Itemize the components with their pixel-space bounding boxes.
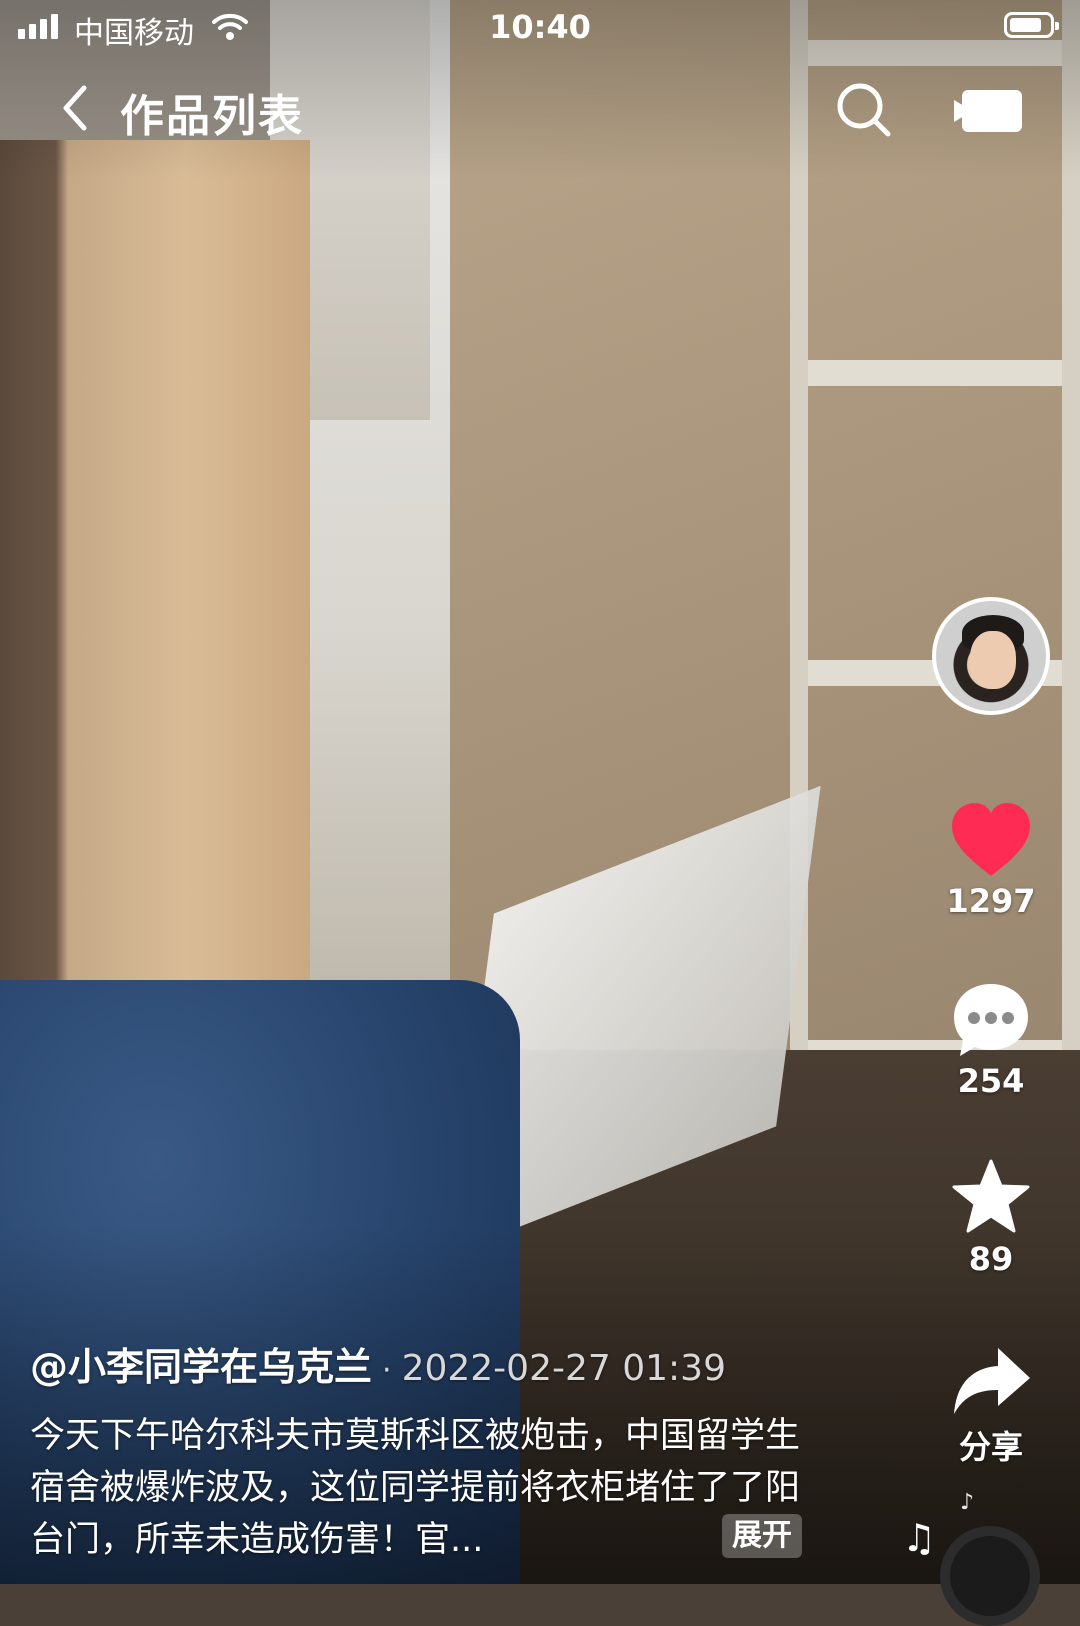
scene-wardrobe	[0, 140, 310, 1020]
star-icon	[952, 1159, 1030, 1233]
page-title: 作品列表	[120, 91, 304, 142]
music-disc[interactable]	[940, 1526, 1040, 1626]
share-label: 分享	[958, 1428, 1023, 1466]
comment-count: 254	[957, 1062, 1025, 1100]
clock: 10:40	[489, 8, 591, 46]
author-avatar[interactable]	[932, 597, 1050, 715]
heart-icon	[952, 803, 1030, 876]
share-arrow-icon	[954, 1348, 1030, 1414]
camera-icon[interactable]	[954, 86, 1026, 136]
battery-icon	[1004, 12, 1059, 38]
author-name[interactable]: @小李同学在乌克兰	[30, 1345, 372, 1389]
like-count: 1297	[946, 882, 1036, 920]
post-description: 今天下午哈尔科夫市莫斯科区被炮击，中国留学生宿舍被爆炸波及，这位同学提前将衣柜堵…	[30, 1416, 801, 1560]
share-button[interactable]: 分享	[930, 1344, 1052, 1468]
comment-icon	[954, 984, 1028, 1056]
like-button[interactable]: 1297	[930, 800, 1052, 920]
expand-button[interactable]: 展开	[722, 1514, 802, 1558]
comment-button[interactable]: 254	[930, 980, 1052, 1100]
favorite-button[interactable]: 89	[930, 1158, 1052, 1278]
back-icon[interactable]	[52, 78, 112, 138]
post-date: 2022-02-27 01:39	[401, 1348, 726, 1389]
floating-note-icon: ♪	[960, 1490, 975, 1515]
meta-separator: ·	[382, 1353, 392, 1388]
favorite-count: 89	[968, 1240, 1014, 1278]
status-bar: 中国移动 10:40	[0, 0, 1080, 56]
author-line: @小李同学在乌克兰 · 2022-02-27 01:39	[30, 1336, 726, 1391]
search-icon[interactable]	[834, 80, 894, 140]
music-note-icon: ♫	[902, 1516, 937, 1560]
